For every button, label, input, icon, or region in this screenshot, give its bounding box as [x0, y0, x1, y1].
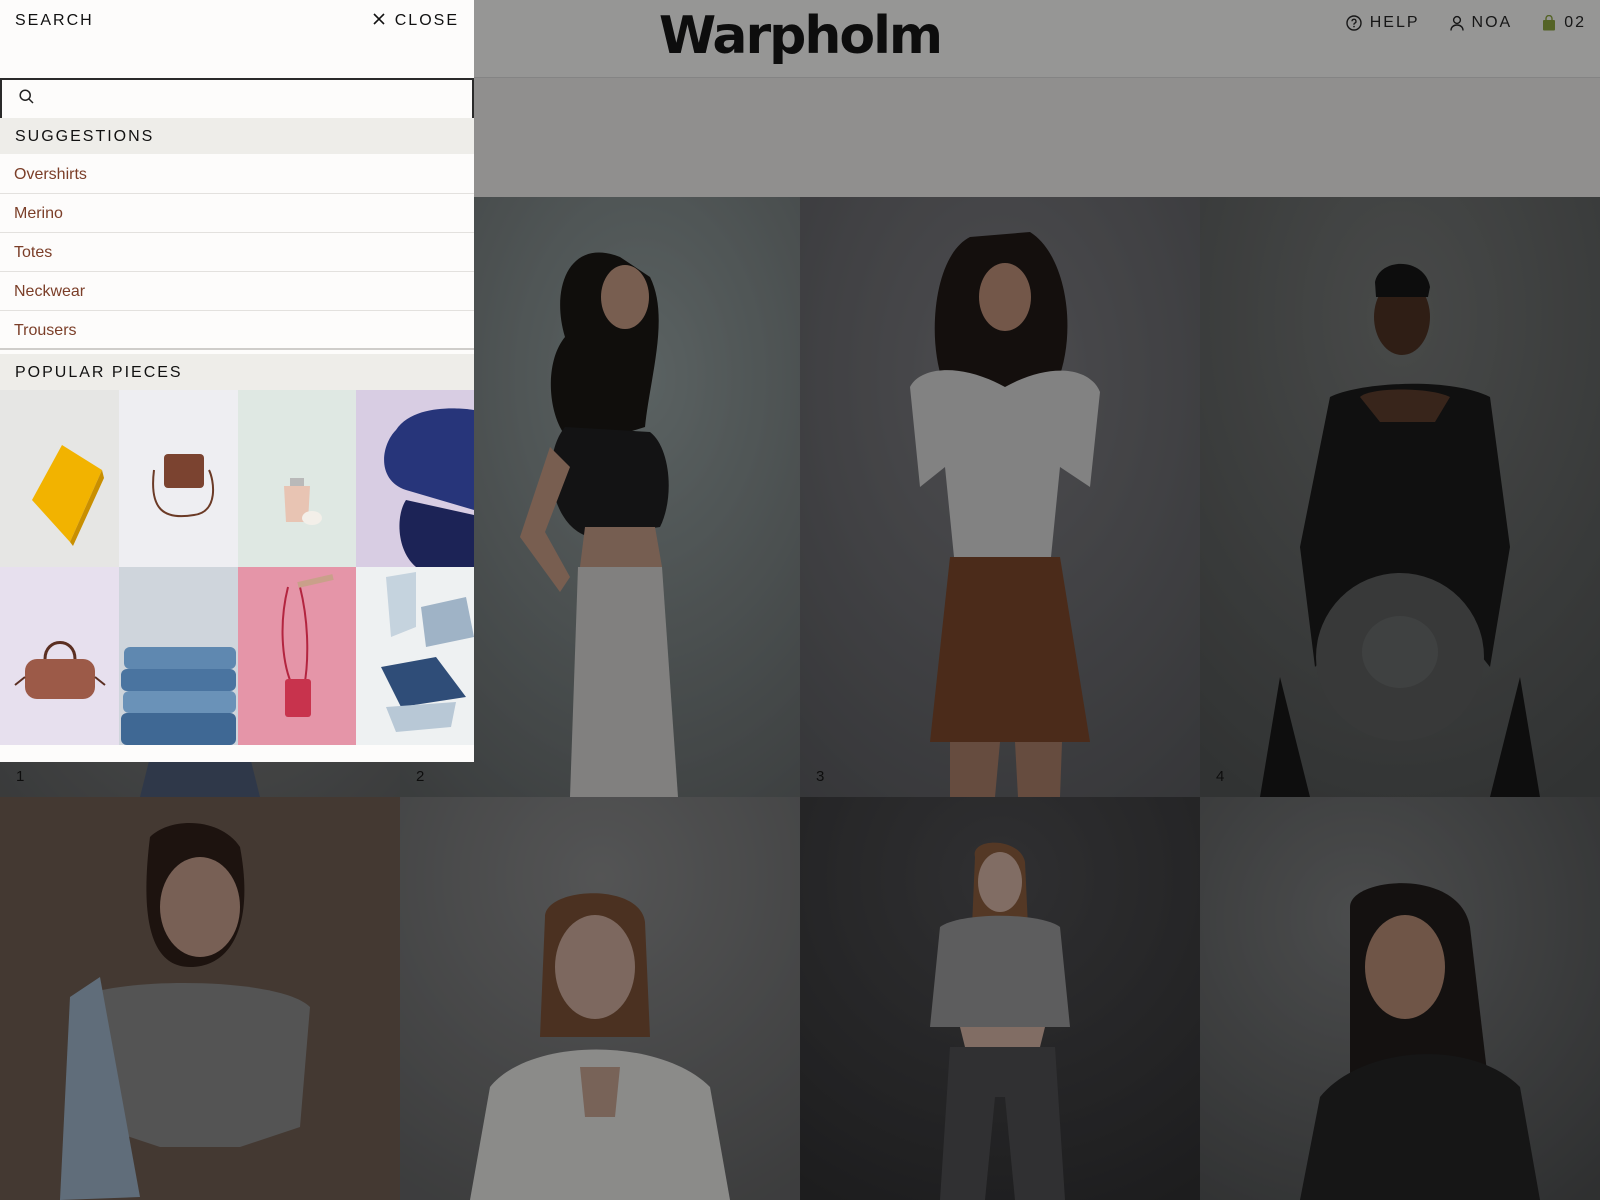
suggestion-item[interactable]: Merino	[0, 194, 474, 233]
popular-piece[interactable]	[0, 567, 119, 745]
close-button[interactable]: CLOSE	[373, 12, 459, 30]
search-input[interactable]	[42, 81, 472, 117]
popular-piece[interactable]	[119, 390, 238, 567]
search-drawer-header: SEARCH CLOSE	[0, 0, 474, 78]
yellow-notebook-icon	[0, 390, 119, 567]
popular-piece[interactable]	[356, 390, 474, 567]
suggestion-item[interactable]: Totes	[0, 233, 474, 272]
perfume-bottle-icon	[238, 390, 356, 567]
popular-piece[interactable]	[0, 390, 119, 567]
search-icon	[2, 89, 34, 109]
suggestions-heading: SUGGESTIONS	[0, 118, 474, 154]
popular-pieces-grid	[0, 390, 474, 745]
search-field[interactable]	[0, 78, 474, 120]
popular-pieces-heading: POPULAR PIECES	[0, 354, 474, 390]
popular-piece[interactable]	[238, 390, 356, 567]
suggestion-item[interactable]: Overshirts	[0, 155, 474, 194]
folded-light-jeans-icon	[356, 567, 474, 745]
leather-duffle-bag-icon	[0, 567, 119, 745]
brown-crossbody-bag-icon	[119, 390, 238, 567]
popular-piece[interactable]	[356, 567, 474, 745]
close-label: CLOSE	[394, 12, 459, 29]
search-title: SEARCH	[15, 12, 94, 29]
suggestion-item[interactable]: Neckwear	[0, 272, 474, 311]
suggestion-item[interactable]: Trousers	[0, 311, 474, 350]
popular-piece[interactable]	[238, 567, 356, 745]
suggestions-list: Overshirts Merino Totes Neckwear Trouser…	[0, 155, 474, 350]
stacked-denim-jeans-icon	[119, 567, 238, 745]
folded-blue-knitwear-icon	[356, 390, 474, 567]
pink-shoulder-bag-icon	[238, 567, 356, 745]
search-drawer: SEARCH CLOSE SUGGESTIONS Overshirts Meri…	[0, 0, 474, 762]
close-icon	[373, 12, 385, 30]
popular-piece[interactable]	[119, 567, 238, 745]
